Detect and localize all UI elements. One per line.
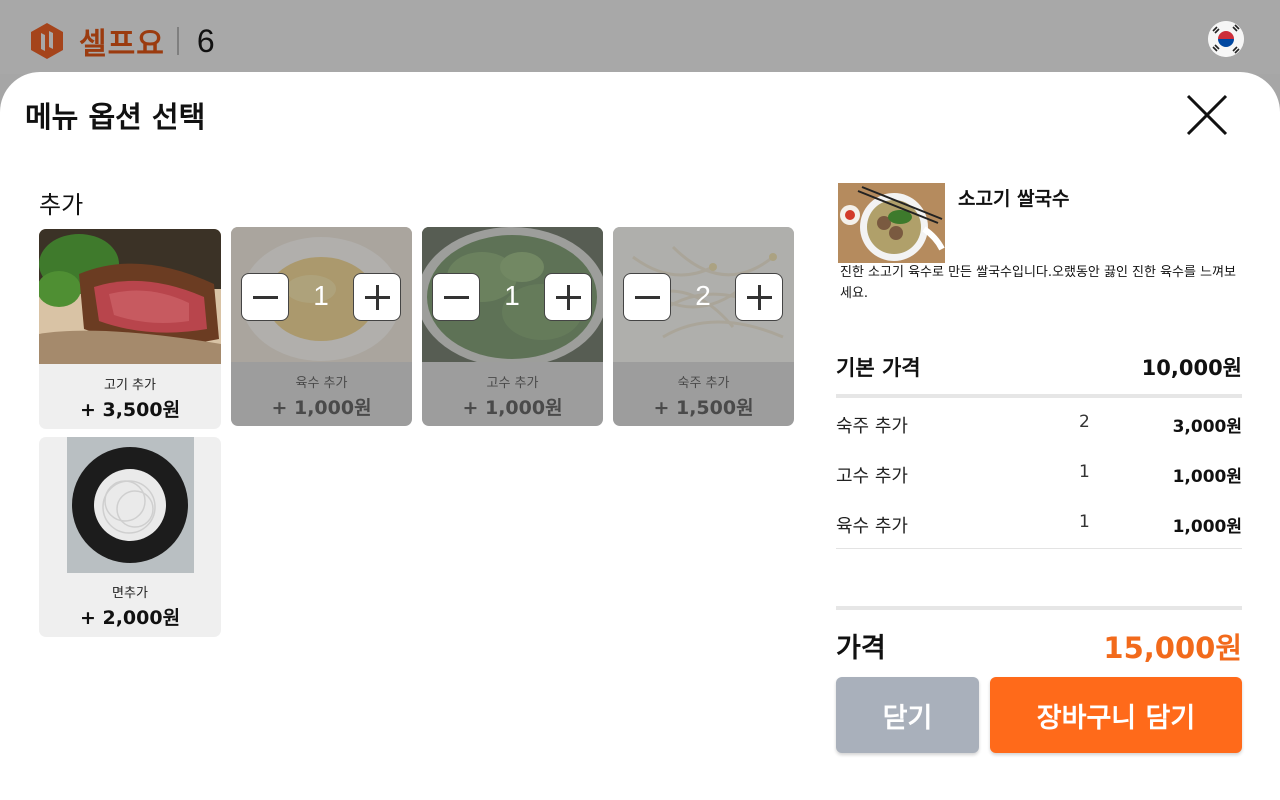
increase-button[interactable] bbox=[353, 273, 401, 321]
selected-option-price: 1,000원 bbox=[1172, 467, 1242, 487]
divider bbox=[836, 394, 1242, 398]
logo-divider bbox=[176, 27, 179, 55]
top-bar: 셀프요 6 bbox=[0, 0, 1280, 74]
quantity-stepper: 1 bbox=[241, 273, 401, 321]
rice-noodles-image bbox=[67, 437, 194, 573]
decrease-button[interactable] bbox=[241, 273, 289, 321]
option-price: + 1,500원 bbox=[653, 397, 754, 419]
option-price: + 1,000원 bbox=[271, 397, 372, 419]
modal-title: 메뉴 옵션 선택 bbox=[25, 100, 206, 134]
dish-name: 소고기 쌀국수 bbox=[958, 188, 1070, 210]
flag-graphic bbox=[1208, 21, 1244, 57]
menu-option-modal: 메뉴 옵션 선택 추가 고기 추가 + 3,500원 1 육수 추가 + 1,0… bbox=[0, 72, 1280, 800]
option-price: + 3,500원 bbox=[79, 399, 181, 421]
roast-beef-photo bbox=[39, 229, 221, 364]
add-to-cart-button[interactable]: 장바구니 담기 bbox=[990, 677, 1242, 753]
dish-photo bbox=[838, 183, 945, 263]
logo-text: 셀프요 bbox=[79, 27, 165, 62]
base-price-value: 10,000원 bbox=[1141, 356, 1242, 380]
selected-option-row: 숙주 추가 2 3,000원 bbox=[836, 412, 1242, 438]
quantity-value: 1 bbox=[313, 280, 329, 311]
dish-description: 진한 소고기 육수로 만든 쌀국수입니다.오랬동안 끓인 진한 육수를 느껴보세… bbox=[840, 265, 1236, 301]
section-title: 추가 bbox=[39, 191, 84, 219]
base-price-row: 기본 가격 10,000원 bbox=[836, 352, 1242, 382]
decrease-button[interactable] bbox=[432, 273, 480, 321]
option-card-broth[interactable]: 1 육수 추가 + 1,000원 bbox=[231, 227, 412, 426]
close-icon[interactable] bbox=[1184, 92, 1230, 138]
roast-beef-image bbox=[39, 229, 221, 364]
option-name: 고수 추가 bbox=[486, 376, 539, 391]
selected-option-qty: 1 bbox=[1079, 462, 1090, 482]
option-name: 숙주 추가 bbox=[677, 376, 730, 391]
base-price-label: 기본 가격 bbox=[836, 356, 921, 380]
quantity-stepper: 2 bbox=[623, 273, 783, 321]
divider bbox=[836, 606, 1242, 610]
option-card-bean-sprouts[interactable]: 2 숙주 추가 + 1,500원 bbox=[613, 227, 794, 426]
decrease-button[interactable] bbox=[623, 273, 671, 321]
selected-option-row: 고수 추가 1 1,000원 bbox=[836, 462, 1242, 488]
total-price-value: 15,000원 bbox=[1103, 631, 1242, 665]
selected-option-row: 육수 추가 1 1,000원 bbox=[836, 512, 1242, 538]
korea-flag-icon[interactable] bbox=[1208, 21, 1244, 57]
quantity-value: 1 bbox=[504, 280, 520, 311]
option-price: + 2,000원 bbox=[79, 607, 181, 629]
logo-icon bbox=[31, 23, 63, 59]
selected-option-name: 육수 추가 bbox=[836, 516, 908, 537]
logo: 셀프요 6 bbox=[29, 19, 215, 63]
option-name: 고기 추가 bbox=[104, 378, 156, 393]
selected-option-price: 3,000원 bbox=[1172, 417, 1242, 437]
option-card-meat[interactable]: 고기 추가 + 3,500원 bbox=[39, 229, 221, 429]
selected-option-qty: 2 bbox=[1079, 412, 1090, 432]
option-name: 육수 추가 bbox=[295, 376, 348, 391]
option-name: 면추가 bbox=[112, 586, 148, 601]
option-price: + 1,000원 bbox=[462, 397, 563, 419]
increase-button[interactable] bbox=[735, 273, 783, 321]
pho-image bbox=[838, 183, 945, 263]
increase-button[interactable] bbox=[544, 273, 592, 321]
selected-option-qty: 1 bbox=[1079, 512, 1090, 532]
quantity-stepper: 1 bbox=[432, 273, 592, 321]
selected-option-name: 고수 추가 bbox=[836, 466, 908, 487]
quantity-value: 2 bbox=[695, 280, 711, 311]
option-card-noodles[interactable]: 면추가 + 2,000원 bbox=[39, 437, 221, 637]
selected-option-name: 숙주 추가 bbox=[836, 416, 908, 437]
table-number: 6 bbox=[196, 22, 215, 59]
selected-option-price: 1,000원 bbox=[1172, 517, 1242, 537]
total-price-label: 가격 bbox=[836, 633, 886, 664]
close-button[interactable]: 닫기 bbox=[836, 677, 979, 753]
divider bbox=[836, 548, 1242, 549]
option-card-cilantro[interactable]: 1 고수 추가 + 1,000원 bbox=[422, 227, 603, 426]
rice-noodles-photo bbox=[67, 437, 194, 573]
